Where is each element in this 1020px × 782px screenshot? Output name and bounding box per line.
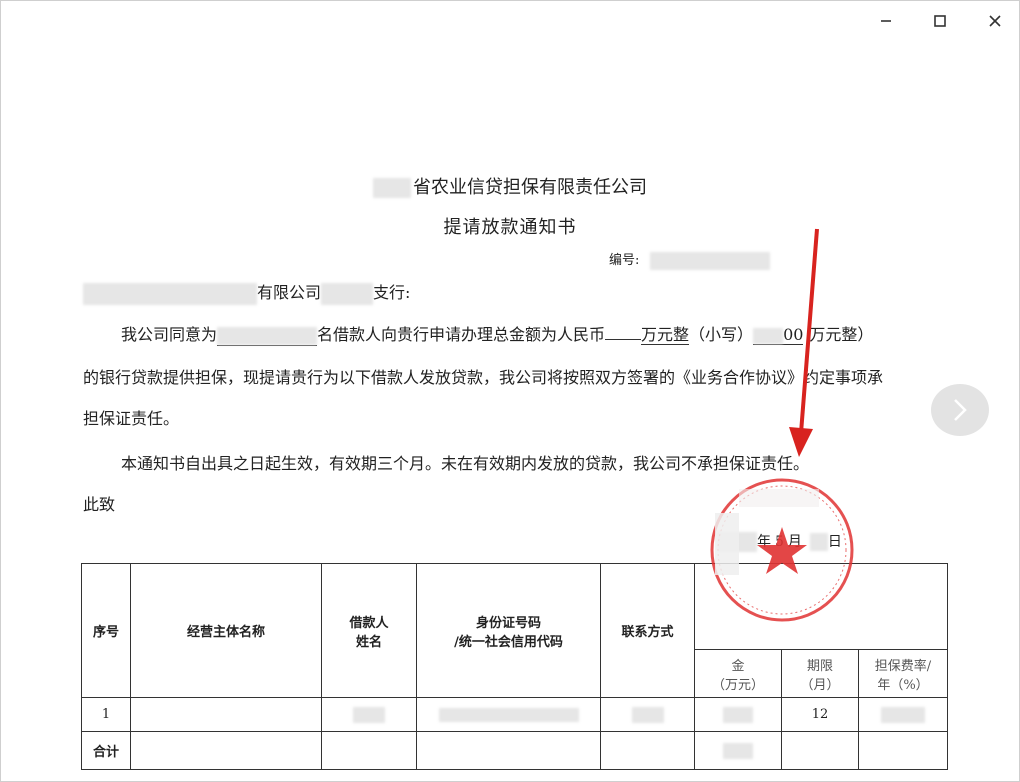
- row-entity: [130, 697, 322, 732]
- table-row: 1 12: [81, 697, 948, 732]
- company-title-line: 省农业信贷担保有限责任公司: [1, 173, 1019, 199]
- row-amount: [694, 697, 782, 732]
- maximize-icon: [934, 15, 946, 27]
- header-seq: 序号: [81, 563, 131, 698]
- header-id: 身份证号码/统一社会信用代码: [416, 563, 601, 698]
- paragraph-3: 担保证责任。: [83, 409, 180, 428]
- para1-text-a: 我公司同意为: [121, 325, 218, 344]
- chevron-right-icon: [954, 399, 967, 421]
- paragraph-4: 本通知书自出具之日起生效，有效期三个月。未在有效期内发放的贷款，我公司不承担保证…: [121, 454, 810, 473]
- total-row: 合计: [81, 731, 948, 770]
- maximize-button[interactable]: [923, 7, 957, 35]
- row-fee-rate: [858, 697, 948, 732]
- amount-blank: [605, 323, 642, 340]
- header-amount: 金（万元）: [694, 649, 782, 698]
- header-fee-rate: 担保费率/年（%）: [858, 649, 948, 698]
- paragraph-2: 的银行贷款提供担保，现提请贵行为以下借款人发放贷款，我公司将按照双方签署的《业务…: [83, 368, 884, 387]
- document-viewer-window: 省农业信贷担保有限责任公司 提请放款通知书 编号: 有限公司 支行: 我公司同意为…: [0, 0, 1020, 782]
- row-seq: 1: [81, 697, 131, 732]
- addressee-mid: 有限公司: [257, 283, 322, 302]
- redacted-branch: [321, 282, 374, 305]
- row-borrower: [321, 697, 417, 732]
- header-term: 期限 （月）: [781, 649, 859, 698]
- closing: 此致: [83, 495, 116, 514]
- row-term: 12: [781, 697, 859, 732]
- header-contact: 联系方式: [600, 563, 695, 698]
- row-id: [416, 697, 601, 732]
- minimize-icon: [881, 20, 891, 22]
- addressee-line: 有限公司 支行:: [83, 279, 410, 305]
- document-number-line: 编号:: [609, 249, 770, 270]
- redacted-bank: [83, 282, 257, 305]
- row-contact: [600, 697, 695, 732]
- para1-text-b: 名借款人向贵行申请办理总金额为人民币: [317, 325, 606, 344]
- addressee-end: 支行:: [373, 283, 411, 302]
- header-borrower: 借款人 姓名: [321, 563, 417, 698]
- para1-text-c: 万元整: [641, 325, 690, 345]
- minimize-button[interactable]: [869, 7, 903, 35]
- number-label: 编号:: [609, 253, 640, 268]
- redacted-count: [217, 325, 318, 346]
- redacted-province: [373, 178, 411, 198]
- redacted-number: [649, 251, 770, 270]
- annotation-arrow-icon: [789, 228, 819, 457]
- notice-title: 提请放款通知书: [443, 217, 577, 238]
- close-icon: [989, 15, 1001, 27]
- company-seal-stamp: [710, 478, 854, 622]
- document-page: 省农业信贷担保有限责任公司 提请放款通知书 编号: 有限公司 支行: 我公司同意为…: [1, 41, 1019, 781]
- paragraph-1: 我公司同意为 名借款人向贵行申请办理总金额为人民币 万元整（小写） 00 万元整）: [121, 321, 873, 346]
- header-entity: 经营主体名称: [130, 563, 322, 698]
- next-page-button[interactable]: [931, 384, 989, 436]
- para1-text-d: （小写）: [689, 325, 754, 344]
- close-button[interactable]: [978, 7, 1012, 35]
- company-title: 省农业信贷担保有限责任公司: [413, 177, 647, 198]
- total-amount: [694, 731, 782, 770]
- title-bar: [1, 1, 1019, 41]
- total-label: 合计: [81, 731, 131, 770]
